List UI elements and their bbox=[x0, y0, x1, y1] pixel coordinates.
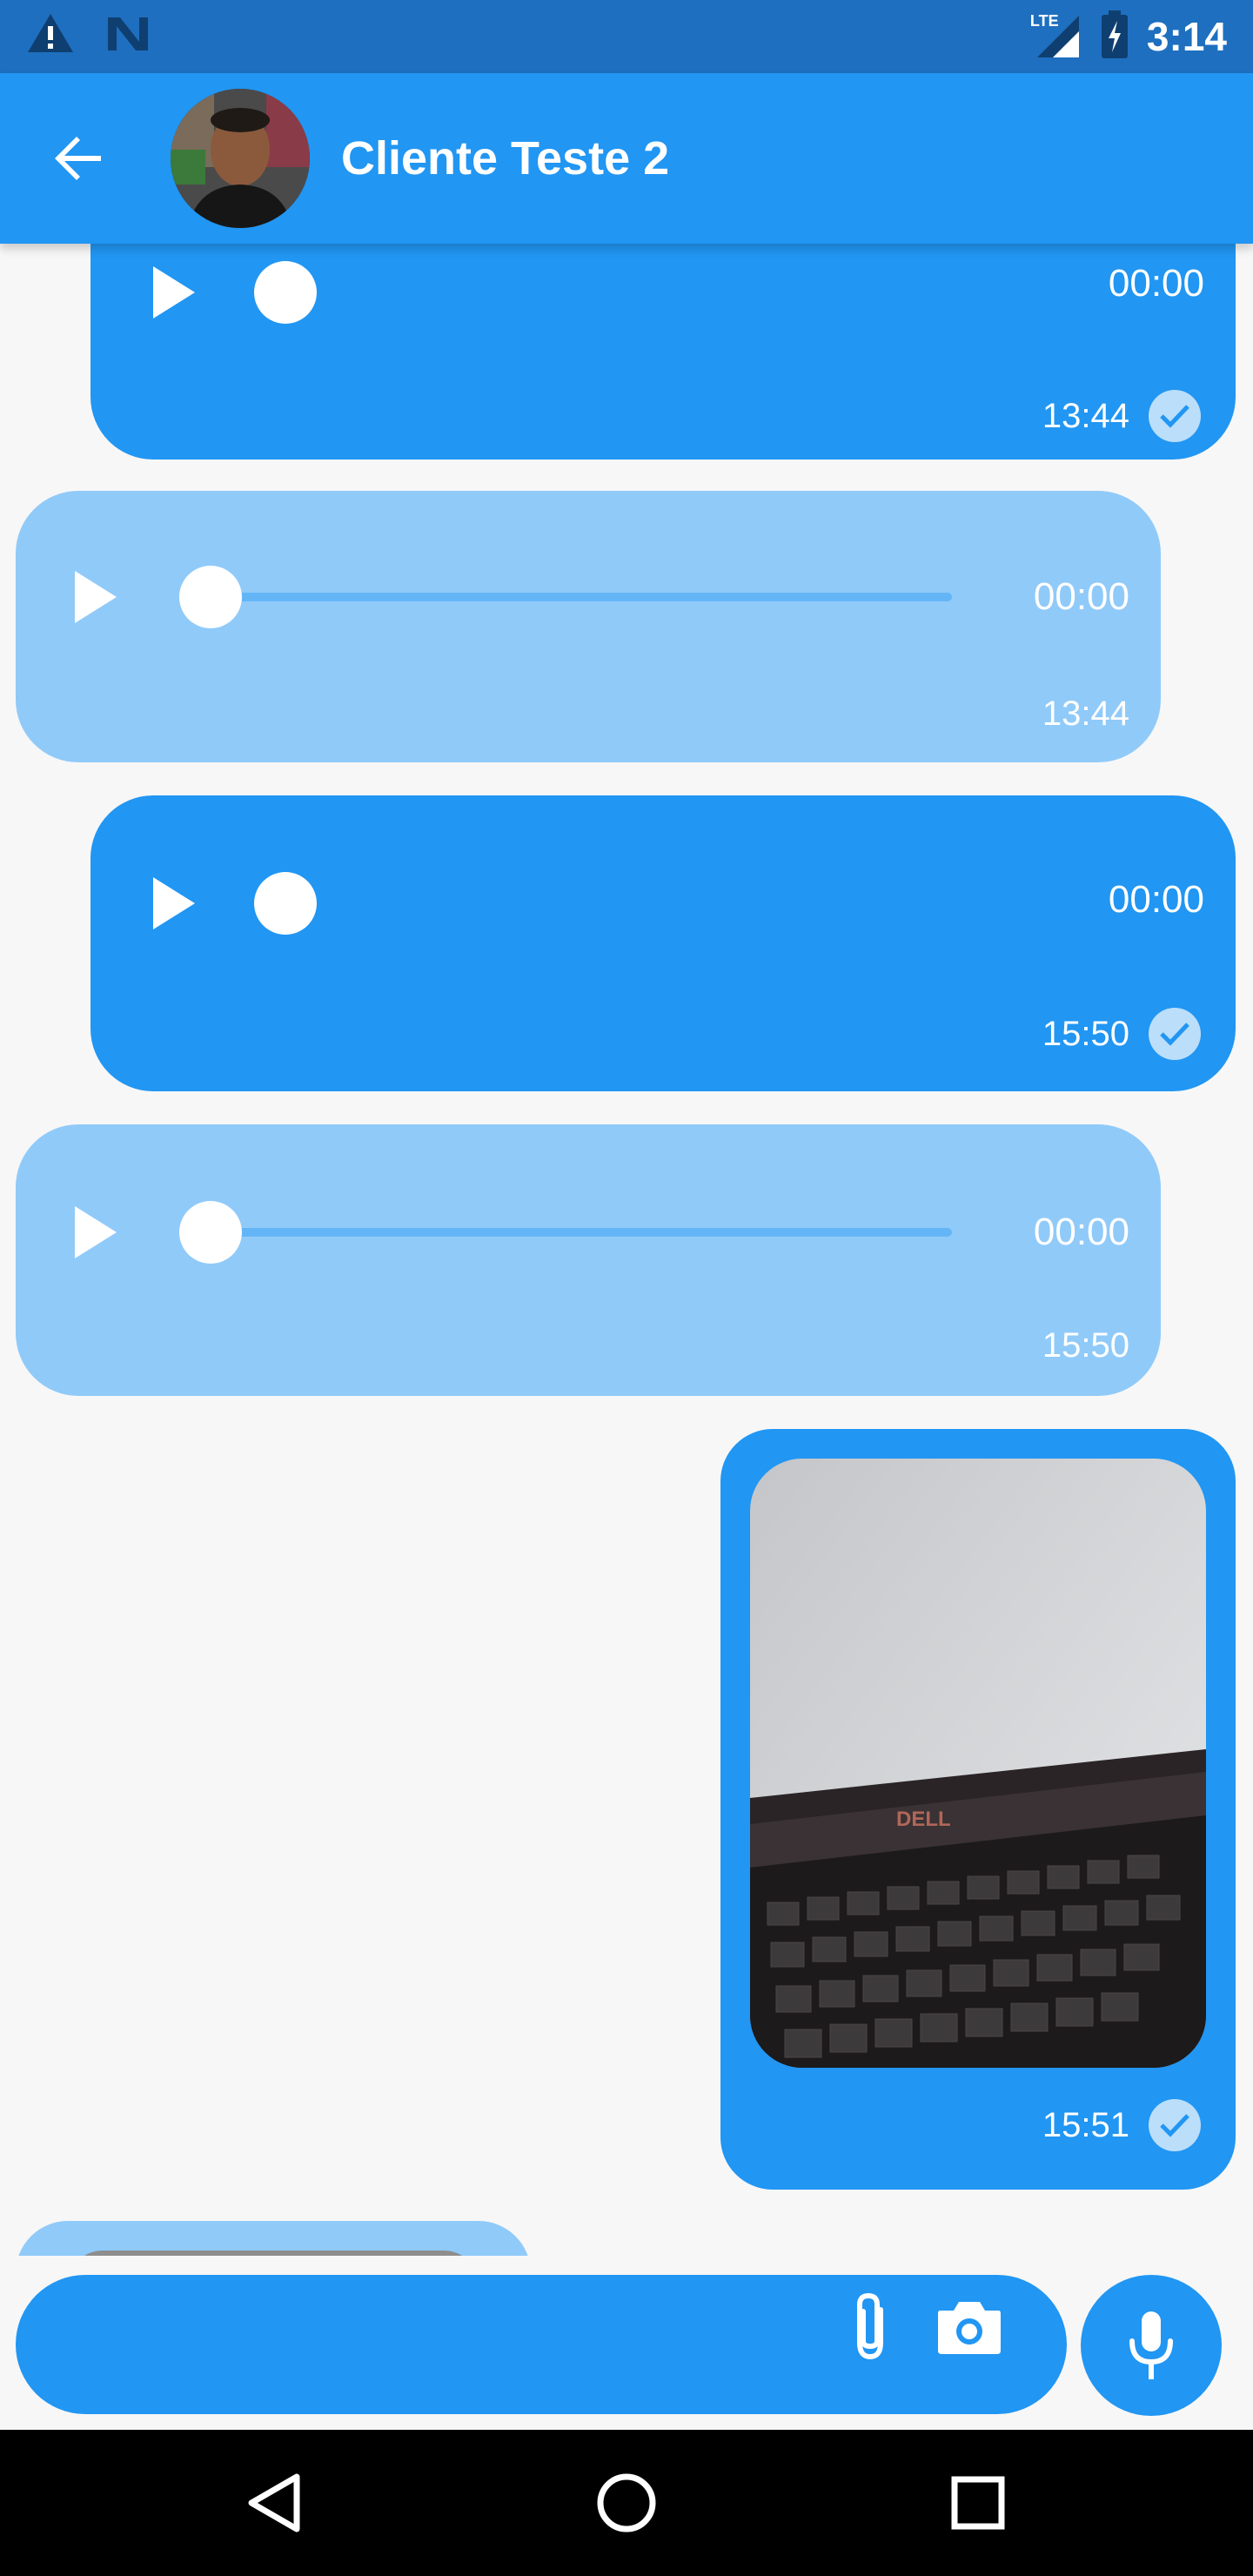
nav-recents-square-icon bbox=[951, 2476, 1005, 2530]
paperclip-icon bbox=[857, 2292, 883, 2360]
audio-message-sent: 00:00 15:50 bbox=[90, 795, 1236, 1091]
nav-back-triangle-icon bbox=[248, 2473, 300, 2532]
play-icon[interactable] bbox=[75, 571, 117, 623]
n-notification-icon bbox=[104, 12, 151, 58]
audio-message-sent: 00:00 13:44 bbox=[90, 244, 1236, 460]
status-bar: LTE 3:14 bbox=[0, 0, 1253, 73]
message-list[interactable]: 00:00 13:44 00:00 13:44 00:00 15:50 00:0… bbox=[0, 244, 1253, 2256]
nav-home-circle-icon bbox=[597, 2473, 656, 2532]
audio-progress-knob[interactable] bbox=[254, 872, 317, 935]
audio-message-received: 00:00 15:50 bbox=[16, 1124, 1161, 1396]
laptop-brand-text: DELL bbox=[896, 1808, 951, 1831]
avatar[interactable] bbox=[171, 89, 310, 228]
signal-icon: LTE bbox=[1030, 9, 1082, 64]
arrow-back-icon bbox=[55, 137, 101, 180]
camera-button[interactable] bbox=[926, 2284, 1013, 2371]
attach-button[interactable] bbox=[827, 2284, 914, 2371]
play-icon[interactable] bbox=[153, 266, 195, 319]
clock: 3:14 bbox=[1146, 14, 1227, 59]
message-time: 15:50 bbox=[1042, 1326, 1129, 1365]
nav-recents-button[interactable] bbox=[935, 2459, 1022, 2546]
read-check-icon bbox=[1149, 390, 1201, 442]
message-time: 15:51 bbox=[1042, 2106, 1129, 2144]
audio-progress-knob[interactable] bbox=[179, 1201, 242, 1264]
audio-progress-knob[interactable] bbox=[254, 261, 317, 324]
message-image[interactable]: DELL bbox=[750, 1459, 1206, 2068]
system-nav-bar bbox=[0, 2430, 1253, 2576]
image-message-received bbox=[16, 2221, 531, 2256]
message-input[interactable] bbox=[68, 2310, 816, 2379]
contact-name: Cliente Teste 2 bbox=[341, 132, 670, 184]
audio-duration: 00:00 bbox=[1108, 262, 1204, 305]
nav-home-button[interactable] bbox=[583, 2459, 670, 2546]
audio-progress-knob[interactable] bbox=[179, 566, 242, 628]
back-button[interactable] bbox=[44, 124, 113, 193]
input-bar bbox=[0, 2256, 1253, 2430]
message-time: 13:44 bbox=[1042, 694, 1129, 733]
audio-progress-track[interactable] bbox=[207, 593, 952, 601]
read-check-icon bbox=[1149, 2099, 1201, 2151]
play-icon[interactable] bbox=[75, 1206, 117, 1258]
image-message-sent: DELL 15:51 bbox=[720, 1429, 1236, 2190]
microphone-icon bbox=[1129, 2311, 1173, 2379]
nav-back-button[interactable] bbox=[231, 2459, 318, 2546]
app-bar: Cliente Teste 2 bbox=[0, 73, 1253, 244]
audio-message-received: 00:00 13:44 bbox=[16, 491, 1161, 762]
audio-duration: 00:00 bbox=[1108, 878, 1204, 921]
camera-icon bbox=[938, 2302, 1001, 2354]
message-time: 13:44 bbox=[1042, 397, 1129, 435]
warning-icon bbox=[26, 12, 75, 58]
audio-duration: 00:00 bbox=[1033, 1211, 1129, 1253]
audio-duration: 00:00 bbox=[1033, 575, 1129, 618]
message-time: 15:50 bbox=[1042, 1015, 1129, 1053]
battery-charging-icon bbox=[1100, 10, 1129, 64]
read-check-icon bbox=[1149, 1008, 1201, 1060]
play-icon[interactable] bbox=[153, 877, 195, 929]
mic-button[interactable] bbox=[1081, 2275, 1222, 2416]
audio-progress-track[interactable] bbox=[207, 1228, 952, 1237]
